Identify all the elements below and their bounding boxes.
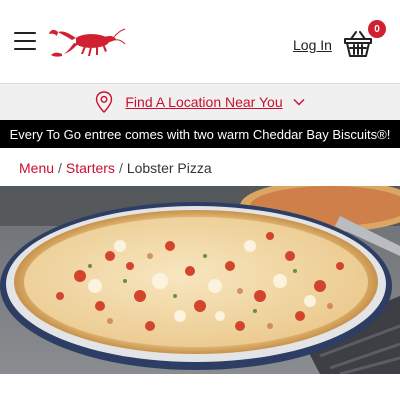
find-location-link[interactable]: Find A Location Near You <box>125 94 282 110</box>
hamburger-menu-icon[interactable] <box>14 32 36 50</box>
lobster-logo[interactable] <box>48 24 126 66</box>
location-bar: Find A Location Near You <box>0 84 400 120</box>
breadcrumb-separator: / <box>58 160 62 176</box>
breadcrumb-separator: / <box>118 160 123 176</box>
promo-text: Every To Go entree comes with two warm C… <box>9 126 391 142</box>
chevron-down-icon[interactable] <box>293 98 305 106</box>
promo-banner: Every To Go entree comes with two warm C… <box>0 120 400 148</box>
site-header: Log In 0 <box>0 0 400 84</box>
breadcrumb-starters-link[interactable]: Starters <box>66 160 115 176</box>
product-image <box>0 186 400 374</box>
map-pin-icon <box>96 91 113 113</box>
breadcrumb-current: Lobster Pizza <box>126 160 212 176</box>
login-link[interactable]: Log In <box>293 37 332 53</box>
breadcrumb-menu-link[interactable]: Menu <box>19 160 54 176</box>
breadcrumb: Menu / Starters / Lobster Pizza <box>19 160 212 176</box>
cart-count-badge: 0 <box>368 20 386 38</box>
